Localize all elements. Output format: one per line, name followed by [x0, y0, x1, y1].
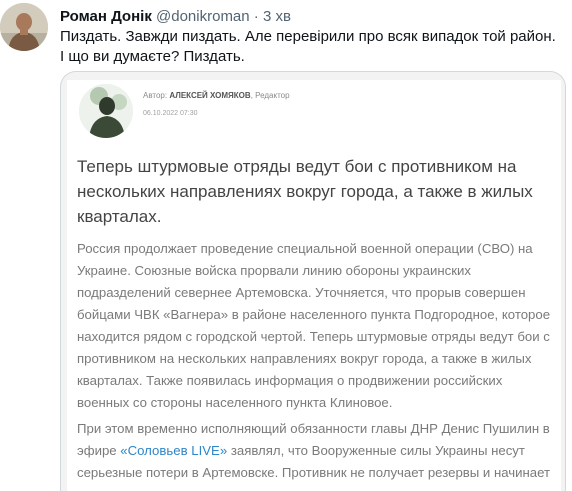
author-role: , Редактор [250, 91, 290, 100]
author-prefix: Автор: [143, 91, 168, 100]
author-photo [79, 84, 133, 138]
avatar-photo [0, 3, 48, 51]
separator-dot: · [253, 8, 259, 25]
tweet-media-image[interactable]: Автор: АЛЕКСЕЙ ХОМЯКОВ, Редактор 06.10.2… [60, 71, 566, 491]
article-screenshot: Автор: АЛЕКСЕЙ ХОМЯКОВ, Редактор 06.10.2… [67, 80, 561, 491]
author-name: АЛЕКСЕЙ ХОМЯКОВ [169, 91, 251, 100]
user-avatar[interactable] [0, 3, 48, 51]
tweet-header: Роман Донік @donikroman · 3 хв [60, 8, 291, 26]
publish-date: 06.10.2022 07:30 [143, 110, 198, 117]
tweet-text-line: І що ви думаєте? Пиздать. [60, 48, 245, 65]
user-handle[interactable]: @donikroman [156, 8, 250, 25]
display-name[interactable]: Роман Донік [60, 8, 152, 25]
author-silhouette [79, 84, 133, 138]
soloviev-live-link: «Соловьев LIVE» [120, 443, 228, 458]
author-byline: Автор: АЛЕКСЕЙ ХОМЯКОВ, Редактор [143, 91, 290, 100]
article-paragraph: Россия продолжает проведение специальной… [77, 241, 551, 410]
tweet-text-line: Пиздать. Завжди пиздать. Але перевірили … [60, 28, 556, 45]
tweet-text: Пиздать. Завжди пиздать. Але перевірили … [60, 27, 565, 67]
tweet-timestamp[interactable]: 3 хв [263, 8, 291, 25]
article-lead: Теперь штурмовые отряды ведут бои с прот… [77, 157, 533, 226]
article-paragraph: При этом временно исполняющий обязанност… [77, 418, 551, 484]
